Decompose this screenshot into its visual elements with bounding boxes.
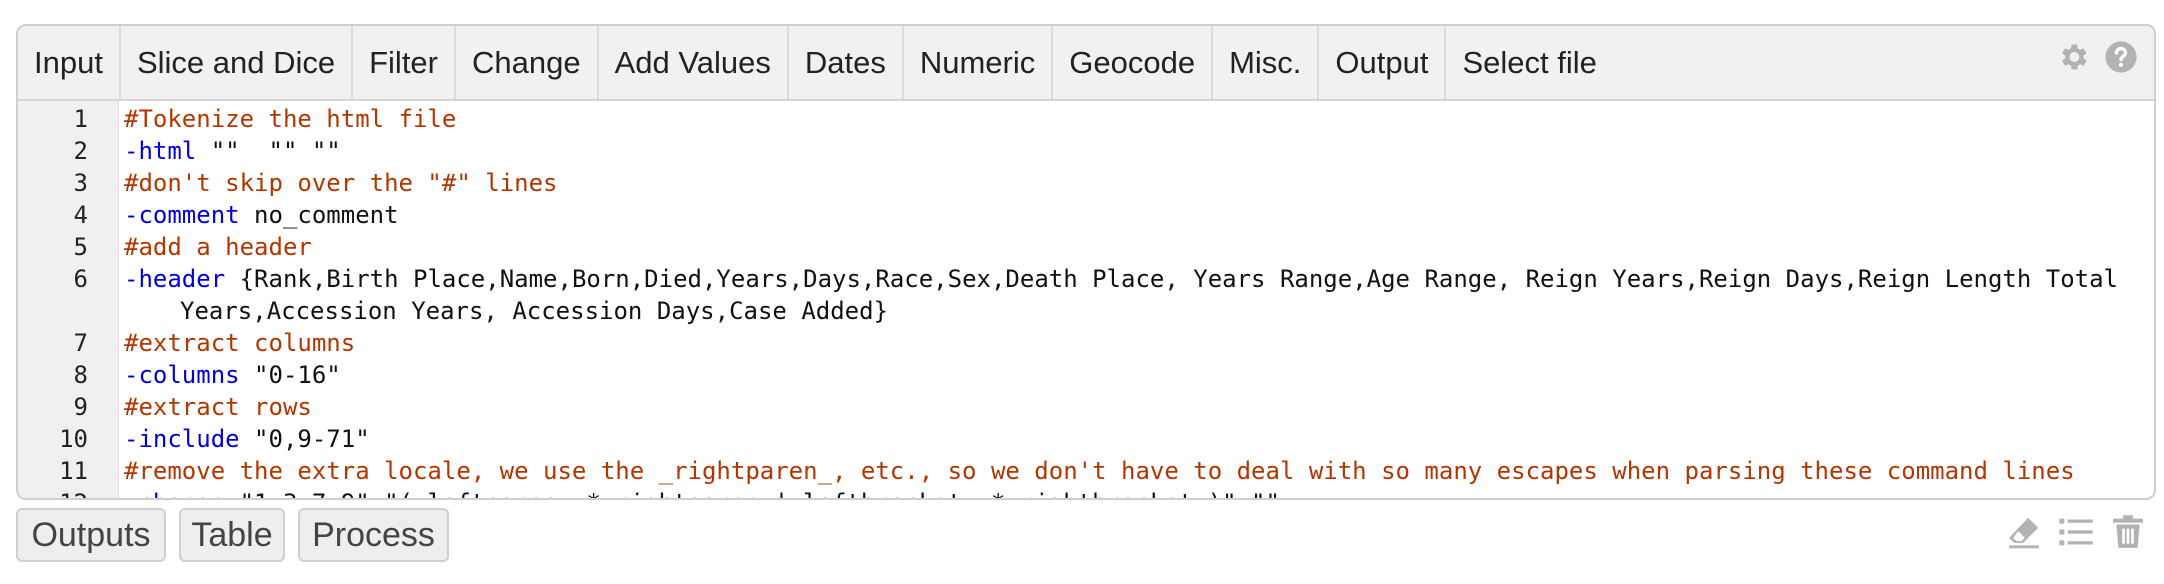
code-line: 6 -header {Rank,Birth Place,Name,Born,Die… xyxy=(18,263,2154,327)
line-number: 3 xyxy=(73,169,88,197)
code-text: #add a header xyxy=(124,231,2134,263)
line-number: 6 xyxy=(73,265,88,293)
menu-filter[interactable]: Filter xyxy=(353,26,456,99)
code-text: #don't skip over the "#" lines xyxy=(124,167,2134,199)
code-argument: {Rank,Birth Place,Name,Born,Died,Years,D… xyxy=(180,265,2133,325)
line-number: 7 xyxy=(73,329,88,357)
code-line: 9 #extract rows xyxy=(18,391,2154,423)
list-icon[interactable] xyxy=(2056,512,2096,552)
code-comment: #extract rows xyxy=(124,393,312,421)
code-text: -include "0,9-71" xyxy=(124,423,2134,455)
code-comment: #remove the extra locale, we use the _ri… xyxy=(124,457,2075,485)
eraser-icon[interactable] xyxy=(2004,512,2044,552)
outputs-button[interactable]: Outputs xyxy=(16,508,166,562)
code-line: 10 -include "0,9-71" xyxy=(18,423,2154,455)
code-comment: #extract columns xyxy=(124,329,356,357)
line-number: 2 xyxy=(73,137,88,165)
code-comment: #add a header xyxy=(124,233,312,261)
menu-output[interactable]: Output xyxy=(1319,26,1447,99)
help-icon[interactable] xyxy=(2104,40,2138,74)
code-editor[interactable]: 1 #Tokenize the html file 2 -html "" "" "" 3… xyxy=(18,101,2154,498)
code-argument: "1,3,7,9" "(_leftparen_.*_rightparen_|_l… xyxy=(225,489,1280,498)
menu-change[interactable]: Change xyxy=(456,26,599,99)
gear-icon[interactable] xyxy=(2056,40,2090,74)
menu-input[interactable]: Input xyxy=(18,26,121,99)
line-number: 1 xyxy=(73,105,88,133)
code-lines: 1 #Tokenize the html file 2 -html "" "" "" 3… xyxy=(18,103,2154,498)
code-line: 7 #extract columns xyxy=(18,327,2154,359)
process-button[interactable]: Process xyxy=(298,508,449,562)
code-option: -html xyxy=(124,137,197,165)
code-option: -include xyxy=(124,425,240,453)
code-argument: no_comment xyxy=(239,201,399,229)
line-number: 5 xyxy=(73,233,88,261)
code-line: 12 -change "1,3,7,9" "(_leftparen_.*_righ… xyxy=(18,487,2154,498)
editor-tools xyxy=(2004,512,2148,552)
menubar-icons xyxy=(2056,40,2138,74)
code-text: #remove the extra locale, we use the _ri… xyxy=(124,455,2134,487)
line-number: 12 xyxy=(18,487,88,498)
menu-bar: Input Slice and Dice Filter Change Add V… xyxy=(18,26,2154,101)
code-text: #extract columns xyxy=(124,327,2134,359)
command-panel: Input Slice and Dice Filter Change Add V… xyxy=(16,24,2156,500)
code-line: 11 #remove the extra locale, we use the _… xyxy=(18,455,2154,487)
code-comment: #Tokenize the html file xyxy=(124,105,457,133)
menu-geocode[interactable]: Geocode xyxy=(1053,26,1214,99)
code-text: #Tokenize the html file xyxy=(124,103,2134,135)
line-number: 11 xyxy=(59,457,88,485)
code-text: -change "1,3,7,9" "(_leftparen_.*_rightp… xyxy=(124,487,2134,498)
code-option: -header xyxy=(124,265,226,293)
code-line: 2 -html "" "" "" xyxy=(18,135,2154,167)
code-argument: "" "" "" xyxy=(196,137,341,165)
code-line: 3 #don't skip over the "#" lines xyxy=(18,167,2154,199)
line-number: 4 xyxy=(73,201,88,229)
menu-slice-and-dice[interactable]: Slice and Dice xyxy=(121,26,354,99)
menu-numeric[interactable]: Numeric xyxy=(904,26,1054,99)
line-number: 9 xyxy=(73,393,88,421)
code-option: -columns xyxy=(124,361,240,389)
menu-add-values[interactable]: Add Values xyxy=(599,26,789,99)
menu-select-file[interactable]: Select file xyxy=(1446,26,1612,99)
code-argument: "0,9-71" xyxy=(239,425,370,453)
code-line: 4 -comment no_comment xyxy=(18,199,2154,231)
code-comment: #don't skip over the "#" lines xyxy=(124,169,558,197)
menu-dates[interactable]: Dates xyxy=(789,26,904,99)
code-text: -html "" "" "" xyxy=(124,135,2134,167)
menu-misc[interactable]: Misc. xyxy=(1213,26,1320,99)
code-line: 5 #add a header xyxy=(18,231,2154,263)
code-text: -comment no_comment xyxy=(124,199,2134,231)
line-number: 10 xyxy=(59,425,88,453)
code-option: -comment xyxy=(124,201,240,229)
code-line: 1 #Tokenize the html file xyxy=(18,103,2154,135)
line-number: 8 xyxy=(73,361,88,389)
code-text: -columns "0-16" xyxy=(124,359,2134,391)
code-text: #extract rows xyxy=(124,391,2134,423)
code-argument: "0-16" xyxy=(239,361,341,389)
code-option: -change xyxy=(124,489,225,498)
table-button[interactable]: Table xyxy=(179,508,285,562)
trash-icon[interactable] xyxy=(2108,512,2148,552)
code-line: 8 -columns "0-16" xyxy=(18,359,2154,391)
code-text: -header {Rank,Birth Place,Name,Born,Died… xyxy=(124,263,2134,327)
